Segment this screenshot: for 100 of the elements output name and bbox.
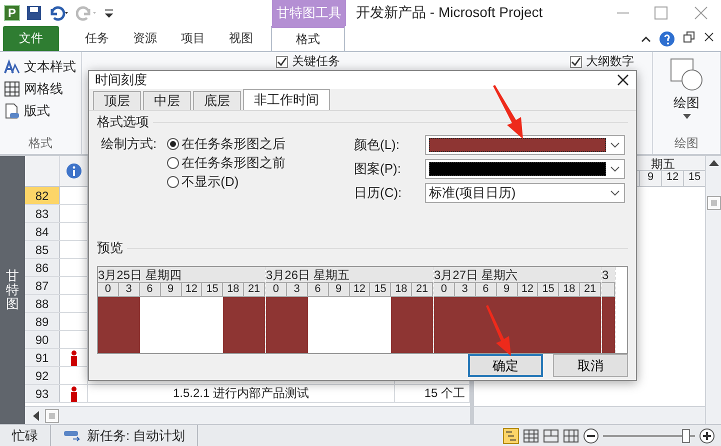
status-mode: 忙碌 (12, 426, 38, 444)
timescale-hour: 15 (202, 283, 224, 297)
person-icon (70, 386, 78, 402)
close-icon (693, 5, 709, 21)
row-number[interactable]: 87 (25, 277, 60, 294)
ribbon-tab[interactable]: 资源 (121, 26, 169, 51)
zoom-thumb[interactable] (682, 428, 690, 442)
timescale-day: 3月26日 星期五 (266, 267, 433, 283)
field-label: 日历(C): (354, 184, 403, 202)
radio-option[interactable]: 在任务条形图之后 (166, 135, 286, 152)
dialog-tab[interactable]: 顶层 (93, 91, 141, 110)
timescale-hour: 18 (391, 283, 412, 297)
row-number[interactable]: 88 (25, 295, 60, 312)
vertical-scrollbar[interactable] (705, 156, 721, 424)
help-icon (659, 30, 675, 46)
dialog-tab[interactable]: 中层 (143, 91, 191, 110)
timescale-hour: 6 (476, 283, 497, 297)
radio-option[interactable]: 在任务条形图之前 (166, 154, 286, 171)
field-label: 颜色(L): (354, 136, 400, 154)
timescale-hour: 0 (98, 283, 119, 297)
timescale-hour: 3 (286, 283, 308, 297)
dialog-tab[interactable]: 底层 (193, 91, 241, 110)
radio-button[interactable] (166, 138, 179, 150)
ribbon-tab[interactable]: 项目 (169, 26, 217, 51)
checkbox[interactable] (570, 56, 582, 68)
radio-option[interactable]: 不显示(D) (166, 173, 286, 190)
color-dropdown[interactable] (425, 135, 625, 155)
app-logo[interactable]: P (4, 5, 20, 21)
row-number[interactable]: 90 (25, 331, 60, 348)
timescale-day: 3 (602, 267, 615, 283)
row-number[interactable]: 83 (25, 205, 60, 222)
dialog-title: 时间刻度 (95, 71, 147, 89)
person-icon (70, 350, 78, 366)
zoom-out-icon (583, 428, 599, 444)
timescale-hour: 12 (350, 283, 370, 297)
file-tab[interactable]: 文件 (3, 26, 59, 51)
group-label: 预览 (97, 239, 123, 257)
group-label: 绘图 (674, 135, 698, 152)
timescale-hour: 15 (370, 283, 392, 297)
row-number[interactable]: 85 (25, 241, 60, 258)
row-number[interactable]: 82 (25, 187, 60, 204)
new-tasks-mode[interactable]: 新任务: 自动计划 (51, 425, 198, 446)
zoom-in-icon (699, 428, 715, 444)
ribbon-command[interactable]: 文本样式 (4, 56, 77, 78)
timescale-hour: 6 (308, 283, 329, 297)
layout-icon (4, 103, 20, 119)
table-view-icon (523, 428, 539, 444)
color-dropdown[interactable] (425, 159, 625, 179)
timescale-hour: 18 (223, 283, 244, 297)
info-icon (66, 163, 82, 179)
row-number[interactable]: 92 (25, 367, 60, 384)
gridlines-icon (4, 81, 20, 97)
timescale-day: 3月25日 星期四 (98, 267, 265, 283)
ribbon-tab[interactable]: 格式 (271, 26, 345, 51)
table-cell: 1.5.2.1 进行内部产品测试 (172, 385, 310, 402)
drawing-button[interactable]: 绘图 (670, 58, 704, 119)
row-number[interactable]: 89 (25, 313, 60, 330)
ribbon-tab[interactable]: 任务 (73, 26, 121, 51)
split-view-icon (543, 428, 559, 444)
checkbox-label: 关键任务 (292, 53, 340, 70)
row-number[interactable]: 91 (25, 349, 60, 366)
radio-button[interactable] (166, 176, 179, 188)
view-bar[interactable]: 甘特图 (0, 156, 25, 424)
dialog-tab[interactable]: 非工作时间 (243, 89, 330, 110)
scroll-up-icon (708, 160, 718, 166)
ribbon-command[interactable]: 版式 (4, 100, 77, 122)
field-label: 绘制方式: (101, 135, 157, 153)
dialog-button[interactable]: 取消 (553, 354, 628, 377)
row-number[interactable]: 93 (25, 385, 60, 402)
timescale-hour: 21 (412, 283, 433, 297)
radio-button[interactable] (166, 156, 179, 168)
timescale-hour: 3 (118, 283, 140, 297)
timescale-hour: 0 (266, 283, 287, 297)
timescale-hour: 21 (580, 283, 601, 297)
gantt-view-icon (503, 428, 519, 444)
ribbon-tab[interactable]: 视图 (217, 26, 265, 51)
row-number[interactable]: 84 (25, 223, 60, 240)
ribbon-command[interactable]: 网格线 (4, 78, 77, 100)
timescale-hour: 6 (140, 283, 161, 297)
contextual-tab-group: 甘特图工具 (272, 0, 346, 26)
scroll-thumb-icon (45, 408, 59, 422)
drawing-icon (670, 58, 704, 92)
timescale-hour: 12 (518, 283, 538, 297)
timescale-hour: 12 (182, 283, 202, 297)
calendar-dropdown[interactable]: 标准(项目日历) (425, 183, 625, 203)
window-title: 开发新产品 - Microsoft Project (355, 3, 544, 22)
checkbox-label: 大纲数字 (586, 53, 634, 70)
dialog-button[interactable]: 确定 (468, 354, 543, 377)
save-icon (26, 5, 42, 21)
scroll-thumb-icon (706, 196, 720, 210)
horizontal-scrollbar[interactable] (474, 406, 705, 424)
checkbox[interactable] (276, 56, 288, 68)
row-number[interactable]: 86 (25, 259, 60, 276)
timescale-day: 3月27日 星期六 (434, 267, 601, 283)
timescale-hour: 0 (434, 283, 455, 297)
collapse-ribbon-icon (641, 36, 651, 42)
close-icon (616, 73, 630, 87)
group-label: 格式 (28, 135, 54, 152)
horizontal-scrollbar[interactable] (25, 406, 470, 424)
timescale-label: 期五 (651, 156, 675, 170)
